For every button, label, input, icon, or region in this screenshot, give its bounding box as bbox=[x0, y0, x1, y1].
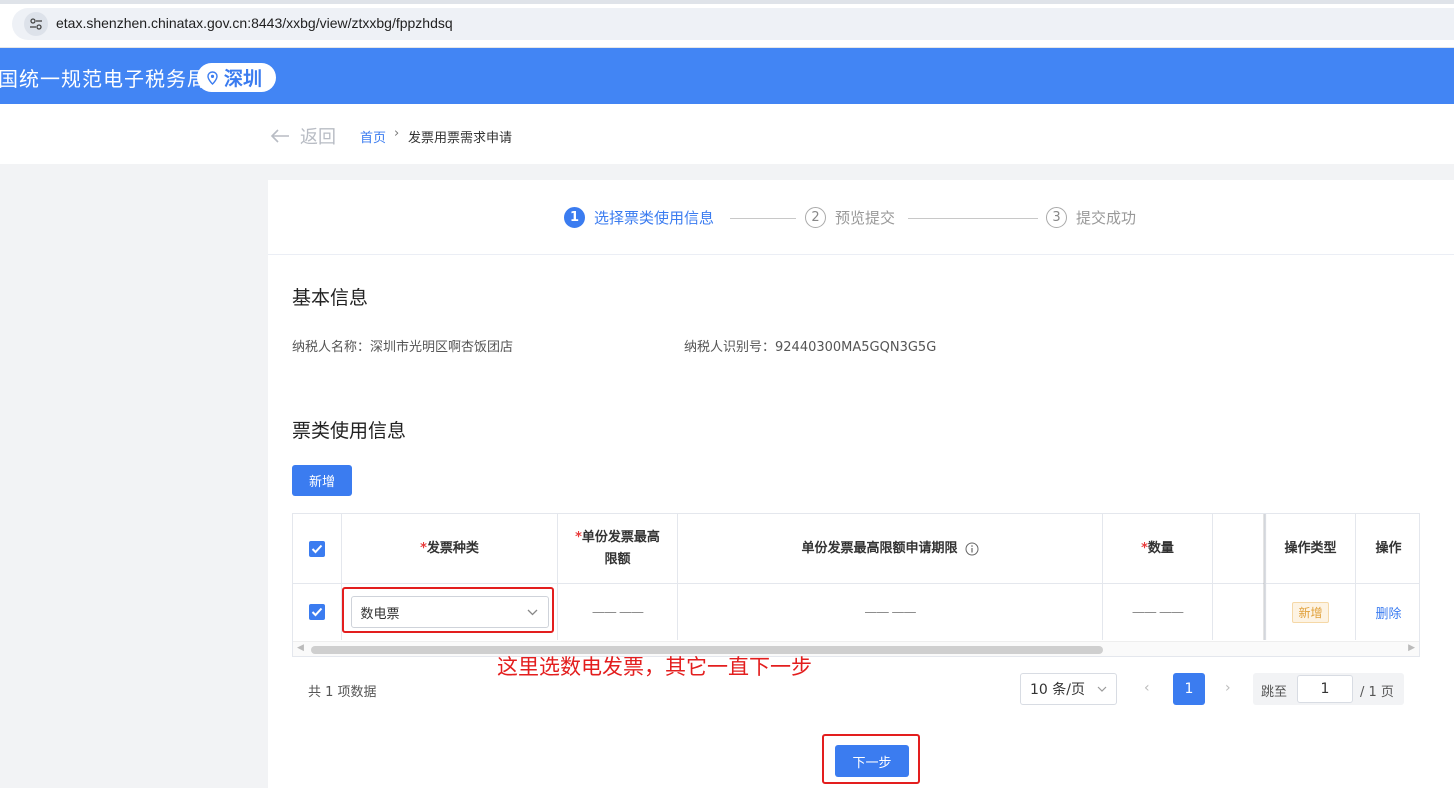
taxpayer-name: 纳税人名称：深圳市光明区啊杏饭团店 bbox=[292, 340, 514, 355]
header-invoice-type: *发票种类 bbox=[342, 514, 558, 583]
step-3-label: 提交成功 bbox=[1076, 209, 1137, 227]
scroll-right-icon[interactable]: ▶ bbox=[1408, 643, 1415, 653]
step-3-number: 3 bbox=[1046, 207, 1067, 228]
steps-bar: 1 选择票类使用信息 2 预览提交 3 提交成功 bbox=[268, 180, 1454, 255]
left-gutter bbox=[0, 164, 268, 788]
header-empty bbox=[1213, 514, 1265, 583]
table-header: *发票种类 *单份发票最高限额 单份发票最高限额申请期限 *数量 操作类型 操作 bbox=[293, 514, 1419, 584]
annotation-highlight-select bbox=[342, 587, 554, 633]
step-1-number: 1 bbox=[564, 207, 585, 228]
empty-cell bbox=[1213, 584, 1265, 640]
basic-info-title: 基本信息 bbox=[292, 287, 369, 309]
taxpayer-id: 纳税人识别号：92440300MA5GQN3G5G bbox=[684, 340, 937, 355]
step-2-label: 预览提交 bbox=[835, 209, 896, 227]
select-all-checkbox[interactable] bbox=[309, 540, 325, 557]
step-1: 1 选择票类使用信息 bbox=[564, 207, 714, 228]
op-type-tag: 新增 bbox=[1292, 601, 1329, 623]
required-mark: * bbox=[420, 540, 427, 556]
total-pages: / 1 页 bbox=[1360, 685, 1394, 700]
header-checkbox-cell bbox=[293, 514, 342, 583]
site-settings-icon[interactable] bbox=[24, 12, 48, 36]
total-count: 共 1 项数据 bbox=[308, 685, 377, 700]
op-type-cell: 新增 bbox=[1265, 584, 1356, 640]
region-badge[interactable]: 深圳 bbox=[197, 63, 277, 92]
breadcrumb-current: 发票用票需求申请 bbox=[408, 131, 513, 146]
breadcrumb-separator: › bbox=[394, 126, 400, 141]
header-quantity: *数量 bbox=[1103, 514, 1213, 583]
header-op-label: 操作 bbox=[1375, 540, 1402, 556]
jump-to-page: 跳至 1 / 1 页 bbox=[1253, 673, 1404, 705]
page-size-value: 10 条/页 bbox=[1030, 682, 1085, 698]
header-op: 操作 bbox=[1356, 514, 1419, 583]
max-limit-cell: —— —— bbox=[558, 584, 678, 640]
step-2: 2 预览提交 bbox=[805, 207, 895, 228]
quantity-value: —— —— bbox=[1131, 604, 1184, 620]
breadcrumb-bar: 返回 首页 › 发票用票需求申请 bbox=[0, 104, 1454, 164]
quantity-cell: —— —— bbox=[1103, 584, 1213, 640]
step-2-number: 2 bbox=[805, 207, 826, 228]
header-op-type-label: 操作类型 bbox=[1284, 540, 1337, 556]
op-cell: 删除 bbox=[1356, 584, 1419, 640]
required-mark: * bbox=[1141, 540, 1148, 556]
limit-period-cell: —— —— bbox=[678, 584, 1103, 640]
invoice-table: *发票种类 *单份发票最高限额 单份发票最高限额申请期限 *数量 操作类型 操作 bbox=[292, 513, 1420, 657]
browser-address-bar: etax.shenzhen.chinatax.gov.cn:8443/xxbg/… bbox=[0, 0, 1454, 48]
jump-page-input[interactable]: 1 bbox=[1297, 675, 1353, 703]
chevron-down-icon bbox=[1097, 686, 1107, 692]
page-size-select[interactable]: 10 条/页 bbox=[1020, 673, 1117, 705]
header-max-limit: *单份发票最高限额 bbox=[558, 514, 678, 583]
header-limit-period-label: 单份发票最高限额申请期限 bbox=[801, 540, 958, 556]
header-max-limit-label: 单份发票最高限额 bbox=[581, 529, 660, 567]
step-connector bbox=[908, 218, 1038, 219]
row-checkbox[interactable] bbox=[309, 604, 325, 620]
required-mark: * bbox=[575, 529, 582, 545]
horizontal-scrollbar[interactable]: ◀ ▶ bbox=[293, 641, 1419, 656]
checkmark-icon bbox=[311, 544, 323, 553]
step-connector bbox=[730, 218, 796, 219]
top-header: 国统一规范电子税务局 深圳 bbox=[0, 48, 1454, 104]
limit-period-value: —— —— bbox=[864, 604, 916, 620]
prev-page-icon[interactable]: ‹ bbox=[1144, 680, 1150, 696]
max-limit-value: —— —— bbox=[591, 604, 644, 620]
annotation-highlight-next bbox=[822, 734, 920, 784]
header-limit-period: 单份发票最高限额申请期限 bbox=[678, 514, 1103, 583]
step-3: 3 提交成功 bbox=[1046, 207, 1136, 228]
jump-label: 跳至 bbox=[1261, 685, 1288, 700]
back-label: 返回 bbox=[300, 127, 336, 148]
browser-tab-strip bbox=[0, 0, 1454, 4]
page-number-current[interactable]: 1 bbox=[1173, 673, 1205, 705]
header-op-type: 操作类型 bbox=[1265, 514, 1356, 583]
location-pin-icon bbox=[207, 70, 218, 85]
url-box[interactable]: etax.shenzhen.chinatax.gov.cn:8443/xxbg/… bbox=[12, 8, 1454, 40]
fixed-column-shadow bbox=[1263, 514, 1267, 640]
site-brand: 国统一规范电子税务局 bbox=[0, 67, 208, 91]
next-page-icon[interactable]: › bbox=[1225, 680, 1231, 696]
region-label: 深圳 bbox=[224, 68, 263, 90]
back-button[interactable]: 返回 bbox=[270, 123, 336, 149]
scroll-left-icon[interactable]: ◀ bbox=[297, 643, 304, 653]
header-quantity-label: 数量 bbox=[1147, 540, 1174, 556]
add-row-button[interactable]: 新增 bbox=[292, 465, 352, 496]
url-text[interactable]: etax.shenzhen.chinatax.gov.cn:8443/xxbg/… bbox=[56, 15, 453, 31]
row-checkbox-cell bbox=[293, 584, 342, 640]
info-icon[interactable] bbox=[965, 542, 979, 556]
breadcrumb-home-link[interactable]: 首页 bbox=[360, 127, 386, 146]
header-invoice-type-label: 发票种类 bbox=[426, 540, 479, 556]
ticket-info-title: 票类使用信息 bbox=[292, 420, 407, 442]
annotation-text: 这里选数电发票，其它一直下一步 bbox=[497, 655, 812, 679]
checkmark-icon bbox=[311, 607, 323, 617]
step-1-label: 选择票类使用信息 bbox=[594, 209, 715, 227]
arrow-left-icon bbox=[270, 129, 289, 143]
delete-link[interactable]: 删除 bbox=[1375, 603, 1401, 622]
